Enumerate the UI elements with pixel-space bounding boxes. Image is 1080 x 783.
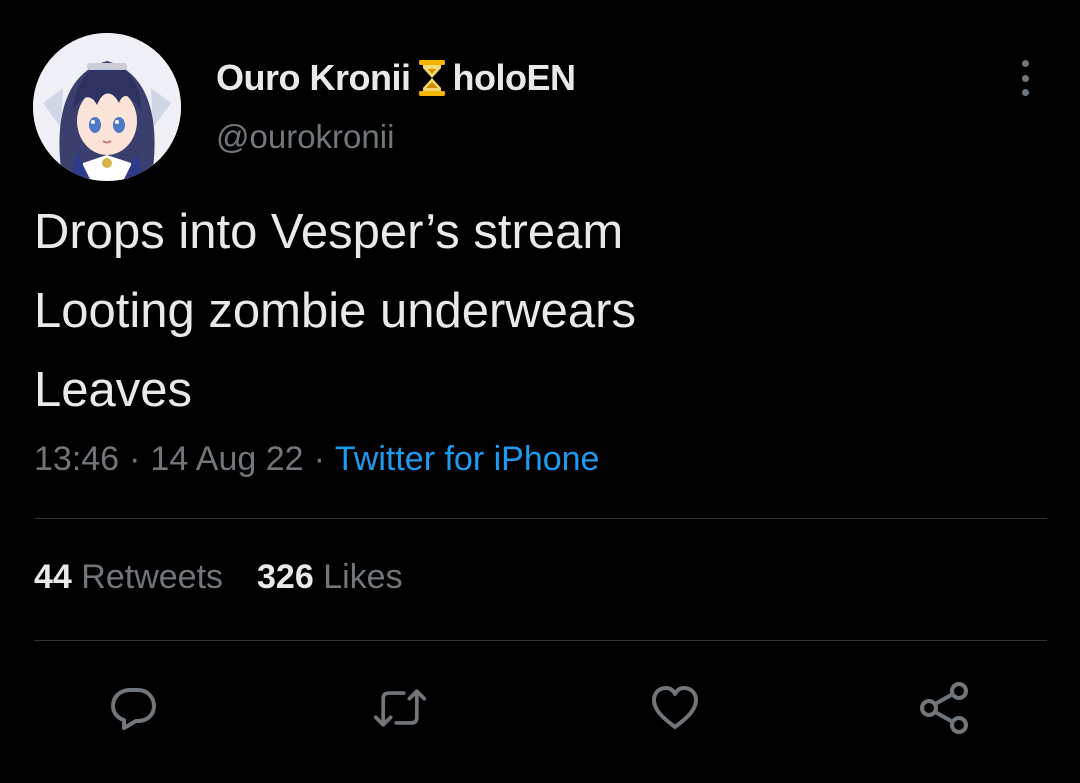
tweet-stats: 44 Retweets 326 Likes xyxy=(34,558,403,597)
share-icon xyxy=(920,682,968,734)
tweet-source-link[interactable]: Twitter for iPhone xyxy=(335,440,600,478)
tweet-meta: 13:46 · 14 Aug 22 · Twitter for iPhone xyxy=(34,440,599,479)
reply-icon xyxy=(111,688,156,730)
like-button[interactable] xyxy=(647,680,703,736)
retweets-stat[interactable]: 44 Retweets xyxy=(34,558,223,596)
hourglass-icon xyxy=(417,58,447,98)
reply-button[interactable] xyxy=(106,680,162,736)
retweet-button[interactable] xyxy=(372,680,428,736)
tweet-text-line: Looting zombie underwears xyxy=(34,284,636,338)
likes-stat[interactable]: 326 Likes xyxy=(257,558,403,596)
retweets-count: 44 xyxy=(34,558,72,596)
divider xyxy=(34,518,1047,519)
author-handle[interactable]: @ourokronii xyxy=(216,118,394,156)
likes-label: Likes xyxy=(323,558,403,596)
avatar[interactable] xyxy=(33,33,181,181)
avatar-image xyxy=(33,33,181,181)
meta-separator: · xyxy=(313,440,325,478)
like-icon xyxy=(652,686,698,729)
display-name-suffix: holoEN xyxy=(452,57,576,98)
retweets-label: Retweets xyxy=(81,558,224,596)
divider xyxy=(34,640,1047,641)
tweet-time[interactable]: 13:46 xyxy=(34,440,119,478)
author-display-name[interactable]: Ouro Kronii holoEN xyxy=(216,56,576,100)
likes-count: 326 xyxy=(257,558,314,596)
more-options-icon[interactable] xyxy=(1010,60,1040,96)
tweet-date[interactable]: 14 Aug 22 xyxy=(150,440,303,478)
tweet: Ouro Kronii holoEN @ourokronii Drops int… xyxy=(0,0,1080,783)
meta-separator: · xyxy=(129,440,141,478)
tweet-text-line: Leaves xyxy=(34,363,193,417)
tweet-text-line: Drops into Vesper’s stream xyxy=(34,205,624,259)
tweet-text: Drops into Vesper’s stream Looting zombi… xyxy=(34,193,636,430)
retweet-icon xyxy=(373,689,427,727)
display-name-text: Ouro Kronii xyxy=(216,57,411,98)
share-button[interactable] xyxy=(917,680,973,736)
